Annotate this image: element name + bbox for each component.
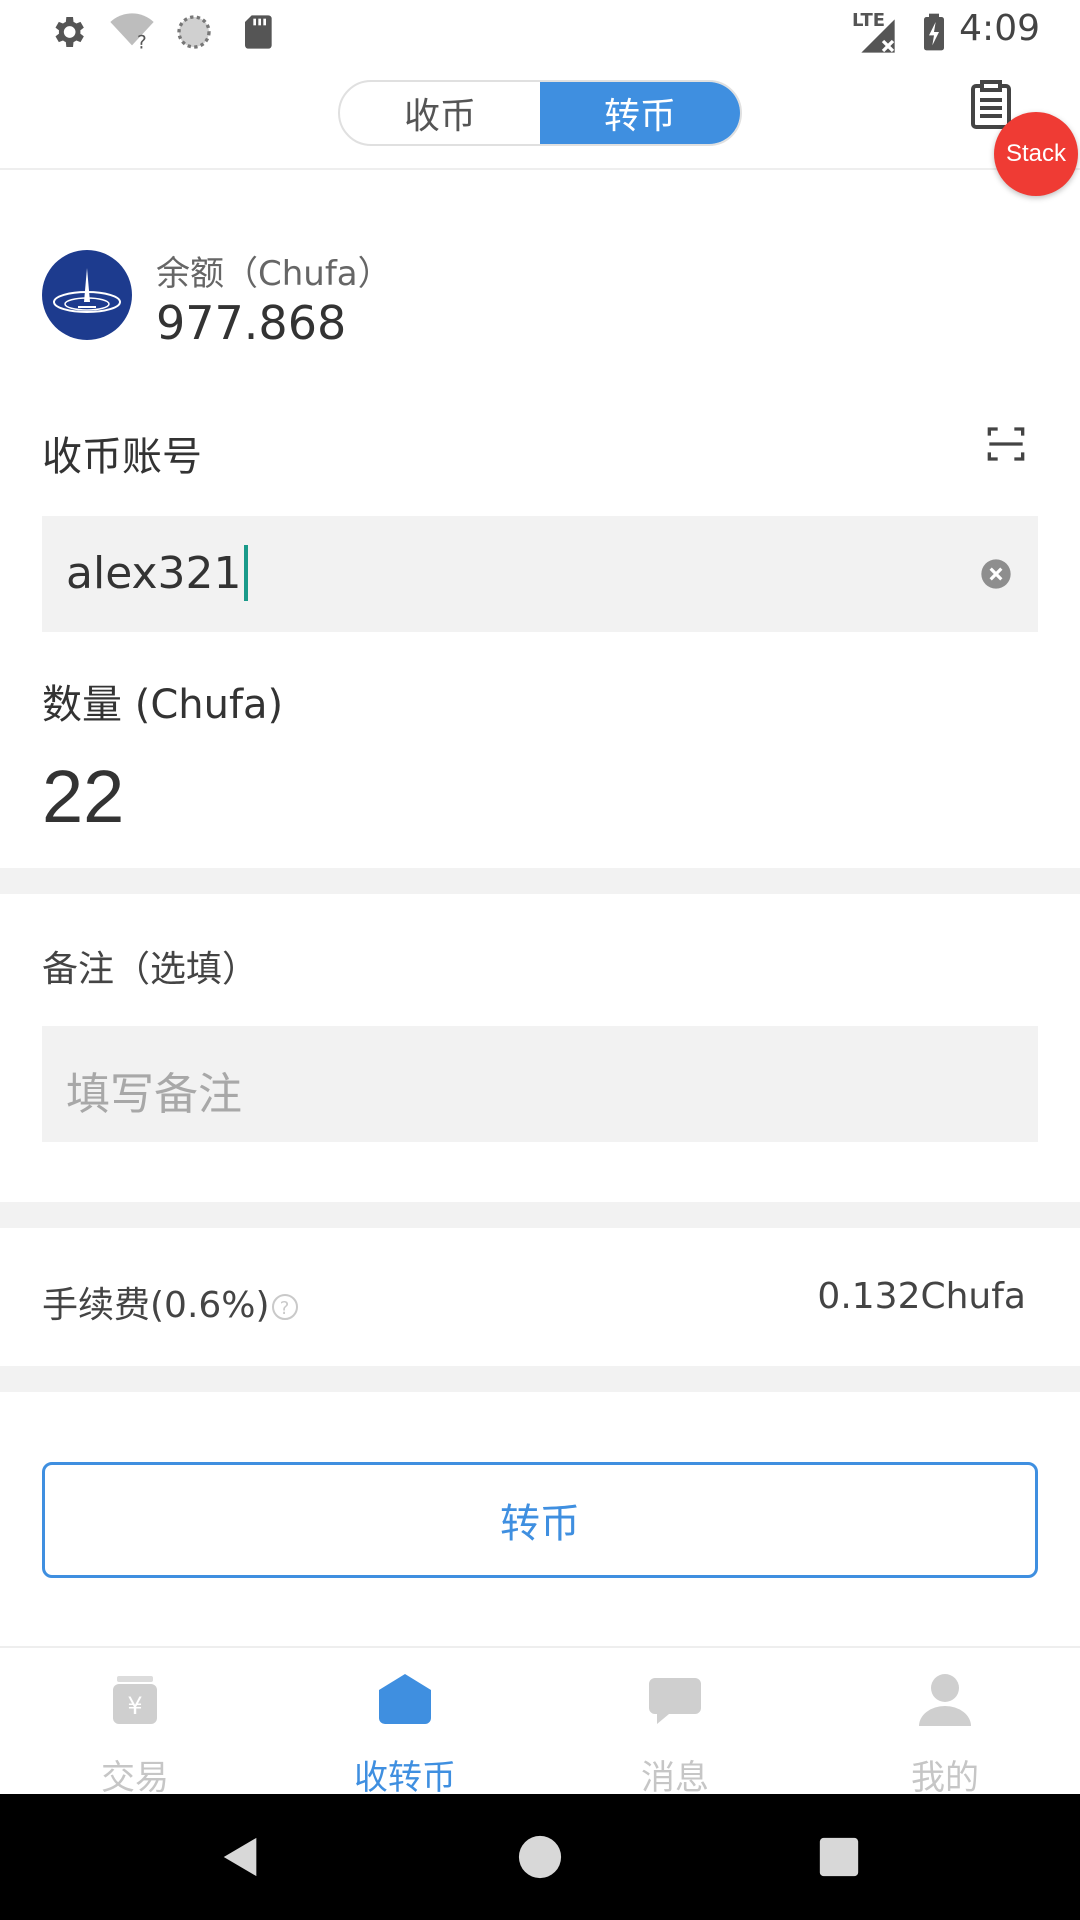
- segment-control: 收币 转币: [338, 80, 742, 146]
- amount-input[interactable]: 22: [42, 754, 124, 839]
- svg-text:¥: ¥: [127, 1692, 142, 1720]
- sync-icon: [177, 15, 211, 49]
- top-header: 收币 转币: [0, 64, 1080, 170]
- bottom-nav: ¥ 交易 收转币 消息 我的: [0, 1646, 1080, 1798]
- trade-icon: ¥: [113, 1676, 157, 1724]
- battery-charging-icon: [924, 13, 944, 51]
- nav-label-messages: 消息: [641, 1758, 709, 1798]
- nav-item-trade[interactable]: ¥ 交易: [0, 1648, 270, 1798]
- account-input[interactable]: alex321: [42, 516, 1038, 632]
- nav-item-wallet[interactable]: 收转币: [270, 1648, 540, 1798]
- section-divider: [0, 868, 1080, 894]
- nav-item-profile[interactable]: 我的: [810, 1648, 1080, 1798]
- wifi-unknown-icon: ?: [110, 13, 154, 52]
- transfer-button[interactable]: 转币: [42, 1462, 1038, 1578]
- amount-label: 数量 (Chufa): [42, 682, 284, 728]
- fee-value: 0.132Chufa: [817, 1276, 1026, 1317]
- fee-label: 手续费(0.6%): [42, 1285, 270, 1326]
- account-value: alex321: [66, 548, 242, 599]
- coin-logo-icon: [53, 268, 121, 313]
- section-divider: [0, 1366, 1080, 1392]
- fee-row-label: 手续费(0.6%)?: [42, 1276, 298, 1328]
- home-icon[interactable]: [517, 1834, 563, 1880]
- nav-label-profile: 我的: [911, 1758, 979, 1798]
- coin-avatar: [42, 250, 132, 340]
- memo-placeholder: 填写备注: [66, 1069, 242, 1120]
- back-icon[interactable]: [218, 1834, 264, 1880]
- settings-icon: [55, 17, 84, 47]
- profile-icon: [919, 1674, 971, 1726]
- tab-receive[interactable]: 收币: [340, 82, 540, 144]
- status-bar: ? LTE 4:09: [0, 0, 1080, 64]
- clear-icon[interactable]: [980, 558, 1012, 590]
- text-cursor: [243, 545, 248, 601]
- stack-badge[interactable]: Stack: [994, 112, 1078, 196]
- signal-icon: [861, 19, 895, 53]
- message-icon: [649, 1678, 701, 1724]
- tab-transfer[interactable]: 转币: [540, 82, 740, 144]
- svg-text:?: ?: [137, 33, 147, 52]
- system-nav-bar: [0, 1794, 1080, 1920]
- nav-item-messages[interactable]: 消息: [540, 1648, 810, 1798]
- section-divider: [0, 1202, 1080, 1228]
- status-time: 4:09: [959, 8, 1040, 49]
- clipboard-icon[interactable]: [970, 80, 1012, 130]
- sd-card-icon: [245, 15, 272, 49]
- wallet-icon: [379, 1674, 431, 1724]
- memo-label: 备注（选填）: [42, 949, 259, 990]
- nav-label-wallet: 收转币: [354, 1758, 456, 1798]
- balance-value: 977.868: [156, 296, 347, 350]
- memo-input[interactable]: 填写备注: [42, 1026, 1038, 1142]
- account-input-text: alex321: [66, 545, 248, 601]
- account-label: 收币账号: [42, 434, 202, 480]
- recents-icon[interactable]: [816, 1834, 862, 1880]
- balance-label: 余额（Chufa）: [156, 254, 392, 294]
- nav-label-trade: 交易: [101, 1758, 169, 1798]
- help-icon[interactable]: ?: [271, 1294, 298, 1320]
- scan-icon[interactable]: [986, 424, 1026, 464]
